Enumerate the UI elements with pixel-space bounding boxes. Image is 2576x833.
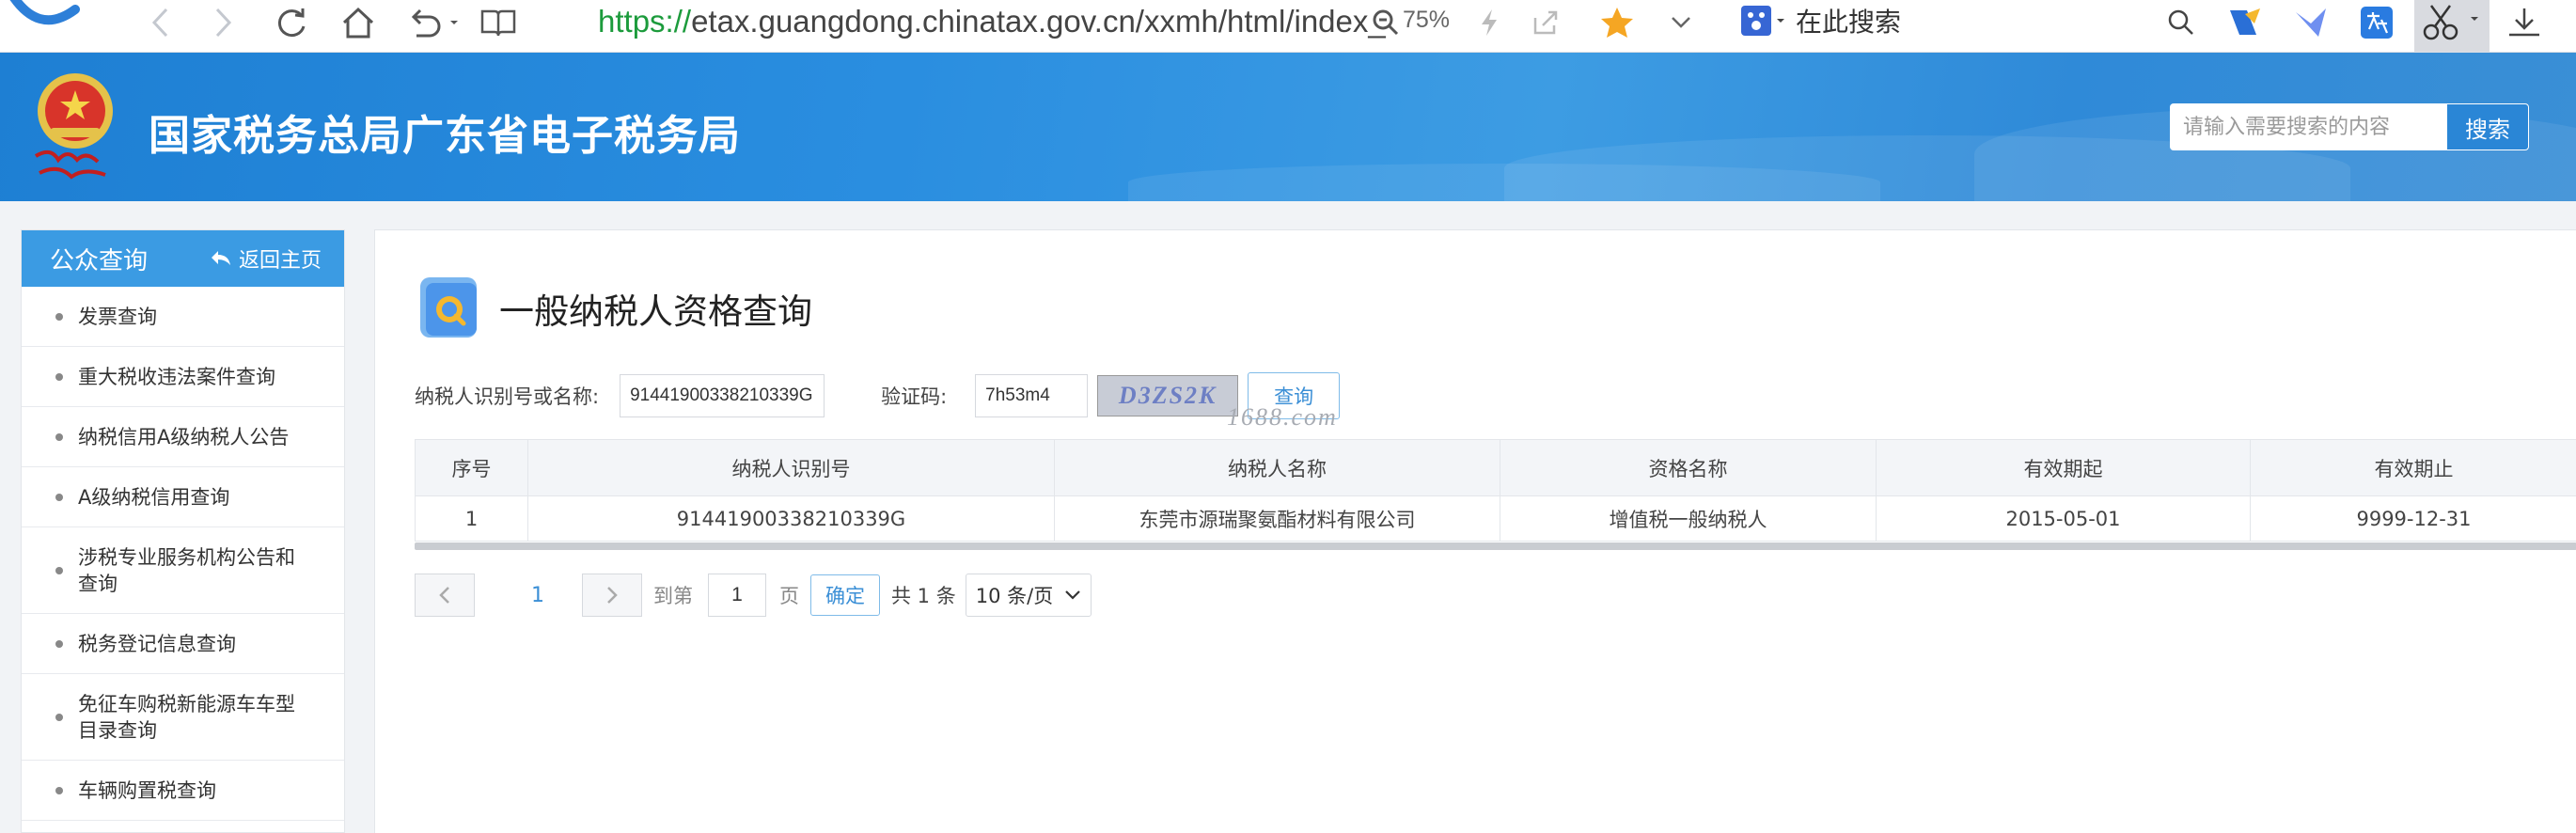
share-icon[interactable] [1527, 4, 1564, 41]
address-bar[interactable]: https://etax.guangdong.chinatax.gov.cn/x… [598, 4, 1386, 39]
cell-qualification: 增值税一般纳税人 [1500, 495, 1877, 542]
browser-toolbar: https://etax.guangdong.chinatax.gov.cn/x… [0, 0, 2576, 53]
total-count: 共 1 条 [891, 585, 956, 607]
sidebar-item-label: A级纳税信用查询 [78, 485, 230, 509]
goto-page-input[interactable]: 1 [708, 574, 766, 617]
forward-icon[interactable] [205, 4, 243, 41]
chevron-left-icon [439, 587, 449, 604]
sidebar-item-label: 免征车购税新能源车车型目录查询 [78, 692, 295, 742]
sidebar-item-a-credit-query[interactable]: A级纳税信用查询 [22, 467, 344, 527]
captcha-image[interactable]: D3ZS2K [1097, 375, 1239, 416]
search-icon[interactable] [2162, 4, 2200, 41]
tax-emblem-logo [34, 73, 113, 180]
query-form: 纳税人识别号或名称: 91441900338210339G 验证码: 7h53m… [415, 372, 1341, 419]
sidebar-item-tax-violation[interactable]: 重大税收违法案件查询 [22, 347, 344, 407]
back-home-label: 返回主页 [238, 249, 322, 273]
sidebar: 公众查询 返回主页 发票查询 重大税收违法案件查询 纳税信用A级纳税人公告 A级… [21, 229, 345, 833]
col-header-taxpayer-name: 纳税人名称 [1054, 439, 1500, 496]
cell-valid-from: 2015-05-01 [1876, 495, 2251, 542]
sidebar-title: 公众查询 [50, 246, 149, 275]
chevron-right-icon [607, 587, 618, 604]
undo-icon[interactable] [404, 2, 461, 43]
back-arrow-icon [211, 251, 230, 265]
home-icon[interactable] [338, 2, 378, 43]
sidebar-item-ev-catalog[interactable]: 免征车购税新能源车车型目录查询 [22, 674, 344, 761]
query-page-icon [420, 277, 477, 338]
col-header-valid-from: 有效期起 [1876, 439, 2251, 496]
screenshot-scissors-button[interactable] [2414, 0, 2490, 52]
captcha-label: 验证码: [881, 385, 948, 408]
chevron-down-icon[interactable] [1664, 4, 1698, 41]
goto-label: 到第 [653, 585, 693, 607]
page-number-current[interactable]: 1 [531, 584, 544, 607]
table-row: 1 91441900338210339G 东莞市源瑞聚氨酯材料有限公司 增值税一… [415, 495, 2576, 542]
scissors-icon [2423, 5, 2478, 40]
sidebar-item-vehicle-tax[interactable]: 车辆购置税查询 [22, 761, 344, 821]
lightning-icon[interactable] [1472, 4, 1506, 41]
sidebar-item-label: 车辆购置税查询 [78, 778, 216, 802]
cell-taxpayer-id: 91441900338210339G [527, 495, 1055, 542]
main-panel: 一般纳税人资格查询 纳税人识别号或名称: 91441900338210339G … [374, 229, 2576, 833]
site-search-button[interactable]: 搜索 [2446, 103, 2529, 150]
sidebar-item-label: 税务登记信息查询 [78, 632, 236, 655]
sidebar-item-registration[interactable]: 税务登记信息查询 [22, 614, 344, 674]
cell-index: 1 [415, 495, 528, 542]
browser-search-placeholder: 在此搜索 [1796, 7, 1902, 38]
refresh-icon[interactable] [273, 2, 310, 43]
sidebar-item-label: 发票查询 [78, 305, 157, 328]
col-header-qualification: 资格名称 [1500, 439, 1877, 496]
taxpayer-label: 纳税人识别号或名称: [415, 385, 600, 408]
translate-icon[interactable] [2356, 2, 2397, 43]
col-header-taxpayer-id: 纳税人识别号 [527, 439, 1055, 496]
page-unit-label: 页 [779, 585, 799, 607]
sidebar-item-label: 纳税信用A级纳税人公告 [78, 425, 290, 448]
baidu-paw-icon [1741, 6, 1784, 36]
site-search-input[interactable] [2170, 103, 2446, 150]
url-path: etax.guangdong.chinatax.gov.cn/xxmh/html… [691, 4, 1386, 39]
results-table: 序号 纳税人识别号 纳税人名称 资格名称 有效期起 有效期止 1 9144190… [415, 439, 2576, 542]
zoom-icon[interactable] [1371, 6, 1401, 39]
col-header-index: 序号 [415, 439, 528, 496]
download-icon[interactable] [2501, 2, 2548, 43]
extension-bird-icon[interactable] [2290, 2, 2332, 43]
back-icon[interactable] [141, 4, 179, 41]
header-bg-mountain [1128, 164, 1880, 201]
cell-valid-to: 9999-12-31 [2250, 495, 2576, 542]
back-home-link[interactable]: 返回主页 [211, 244, 322, 274]
reader-icon[interactable] [478, 2, 519, 43]
watermark: 1688.com [1227, 403, 1338, 431]
site-header: 国家税务总局广东省电子税务局 搜索 [0, 53, 2576, 201]
extension-translate-icon[interactable] [2224, 2, 2266, 43]
zoom-level: 75% [1403, 7, 1451, 33]
page-title: 一般纳税人资格查询 [499, 291, 812, 332]
page-size-select[interactable]: 10 条/页 [965, 574, 1092, 617]
site-title: 国家税务总局广东省电子税务局 [149, 112, 741, 160]
cell-taxpayer-name: 东莞市源瑞聚氨酯材料有限公司 [1054, 495, 1500, 542]
sidebar-item-service-agency[interactable]: 涉税专业服务机构公告和查询 [22, 527, 344, 614]
sidebar-item-a-credit-notice[interactable]: 纳税信用A级纳税人公告 [22, 407, 344, 467]
table-header-row: 序号 纳税人识别号 纳税人名称 资格名称 有效期起 有效期止 [415, 439, 2576, 496]
prev-page-button[interactable] [415, 574, 475, 617]
goto-confirm-button[interactable]: 确定 [810, 574, 880, 616]
site-search: 搜索 [2170, 103, 2529, 150]
taxpayer-id-input[interactable]: 91441900338210339G [620, 374, 825, 417]
sidebar-header: 公众查询 返回主页 [22, 230, 344, 287]
page-size-value: 10 条/页 [975, 585, 1054, 607]
captcha-input[interactable]: 7h53m4 [975, 374, 1089, 417]
sidebar-item-label: 重大税收违法案件查询 [78, 365, 275, 388]
chevron-down-icon [1064, 590, 1080, 600]
url-scheme: https:// [598, 4, 692, 39]
favorite-star-icon[interactable] [1596, 2, 1638, 43]
table-horizontal-scrollbar[interactable] [415, 542, 2576, 550]
col-header-valid-to: 有效期止 [2250, 439, 2576, 496]
browser-search-box[interactable]: 在此搜索 [1739, 0, 2228, 41]
pagination: 1 到第 1 页 确定 共 1 条 10 条/页 [415, 573, 1092, 618]
sidebar-item-label: 涉税专业服务机构公告和查询 [78, 545, 295, 595]
browser-logo-icon [0, 0, 103, 38]
sidebar-item-invoice-query[interactable]: 发票查询 [22, 287, 344, 347]
next-page-button[interactable] [582, 574, 642, 617]
